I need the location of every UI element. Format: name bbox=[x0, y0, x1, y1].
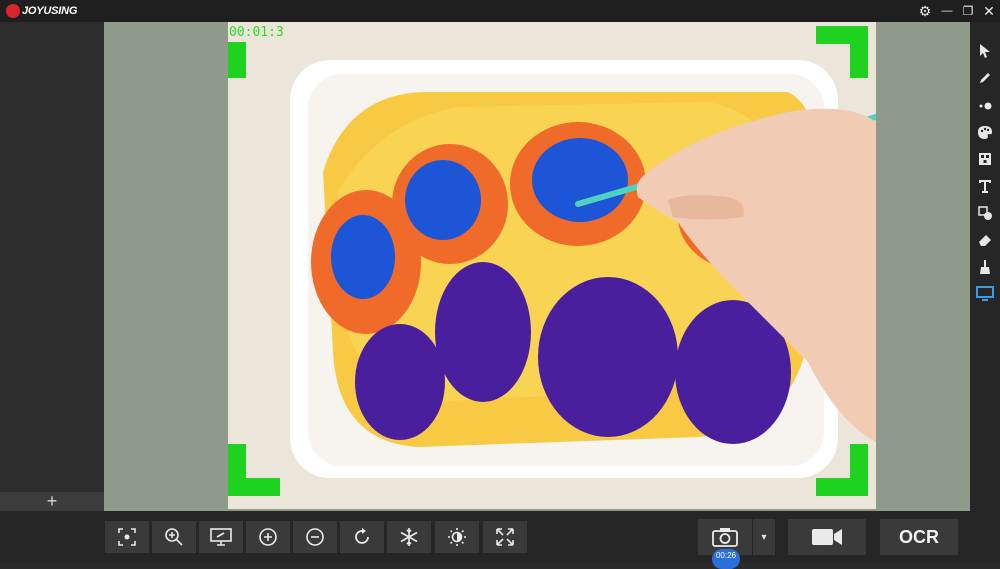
laser-tool-button[interactable] bbox=[972, 92, 998, 118]
mosaic-icon bbox=[979, 153, 991, 165]
canvas-area: 00:01:3 bbox=[104, 22, 970, 511]
corner-bracket-bottom-left bbox=[228, 444, 280, 496]
minimize-button[interactable]: — bbox=[936, 0, 958, 22]
gear-icon: ⚙ bbox=[918, 2, 932, 19]
close-icon: ✕ bbox=[983, 2, 995, 19]
focus-icon bbox=[118, 528, 136, 546]
logo-mark-icon bbox=[6, 4, 20, 18]
clear-tool-button[interactable] bbox=[972, 254, 998, 280]
focus-button[interactable] bbox=[105, 521, 149, 553]
minimize-icon: — bbox=[941, 5, 953, 17]
timer-badge: 00:26 bbox=[712, 549, 740, 569]
rotate-button[interactable] bbox=[340, 521, 384, 553]
screen-share-button[interactable] bbox=[199, 521, 243, 553]
app-logo: JOYUSING bbox=[6, 3, 77, 19]
palette-icon bbox=[978, 126, 992, 139]
corner-bracket-top-right bbox=[816, 26, 868, 78]
fullscreen-button[interactable] bbox=[483, 521, 527, 553]
bottom-toolbar: ▾ 00:26 OCR bbox=[0, 511, 1000, 569]
title-bar: JOYUSING ⚙ — ❐ ✕ bbox=[0, 0, 1000, 22]
restore-icon: ❐ bbox=[962, 4, 974, 18]
add-page-button[interactable]: + bbox=[0, 492, 104, 511]
thumbnail-sidebar bbox=[0, 22, 104, 511]
monitor-icon bbox=[976, 286, 994, 301]
laser-dots-icon bbox=[979, 102, 992, 110]
plus-circle-icon bbox=[259, 528, 277, 546]
ocr-button[interactable]: OCR bbox=[880, 519, 958, 555]
annotation-toolbar bbox=[970, 22, 1000, 511]
zoom-in-button[interactable] bbox=[152, 521, 196, 553]
corner-bracket-top-left bbox=[228, 42, 246, 78]
cursor-icon bbox=[980, 44, 990, 58]
color-tool-button[interactable] bbox=[972, 119, 998, 145]
chevron-down-icon: ▾ bbox=[761, 531, 767, 543]
rotate-icon bbox=[355, 528, 369, 544]
text-icon bbox=[979, 180, 991, 193]
capture-options-dropdown[interactable]: ▾ bbox=[753, 519, 775, 555]
brightness-button[interactable] bbox=[435, 521, 479, 553]
camera-icon bbox=[712, 528, 738, 547]
pen-tool-button[interactable] bbox=[972, 65, 998, 91]
camera-preview[interactable]: 00:01:3 bbox=[228, 22, 876, 509]
brightness-icon bbox=[448, 528, 466, 546]
select-tool-button[interactable] bbox=[972, 38, 998, 64]
snowflake-icon bbox=[400, 528, 418, 546]
corner-bracket-bottom-right bbox=[816, 444, 868, 496]
video-camera-icon bbox=[812, 529, 842, 545]
screen-share-icon bbox=[210, 528, 232, 546]
eraser-tool-button[interactable] bbox=[972, 227, 998, 253]
freeze-button[interactable] bbox=[387, 521, 431, 553]
minus-circle-icon bbox=[306, 528, 324, 546]
text-tool-button[interactable] bbox=[972, 173, 998, 199]
zoom-in-icon bbox=[165, 528, 183, 546]
eraser-icon bbox=[979, 235, 991, 246]
screen-mode-button[interactable] bbox=[972, 281, 998, 307]
record-video-button[interactable] bbox=[788, 519, 866, 555]
pen-icon bbox=[980, 73, 990, 83]
broom-icon bbox=[980, 260, 990, 274]
close-button[interactable]: ✕ bbox=[978, 0, 1000, 22]
camera-feed-image bbox=[290, 60, 876, 478]
restore-button[interactable]: ❐ bbox=[957, 0, 979, 22]
fullscreen-icon bbox=[496, 528, 514, 546]
shapes-icon bbox=[978, 206, 992, 220]
logo-text: JOYUSING bbox=[22, 5, 78, 17]
settings-button[interactable]: ⚙ bbox=[914, 0, 936, 22]
shape-tool-button[interactable] bbox=[972, 200, 998, 226]
zoom-minus-button[interactable] bbox=[293, 521, 337, 553]
mosaic-tool-button[interactable] bbox=[972, 146, 998, 172]
zoom-plus-button[interactable] bbox=[246, 521, 290, 553]
